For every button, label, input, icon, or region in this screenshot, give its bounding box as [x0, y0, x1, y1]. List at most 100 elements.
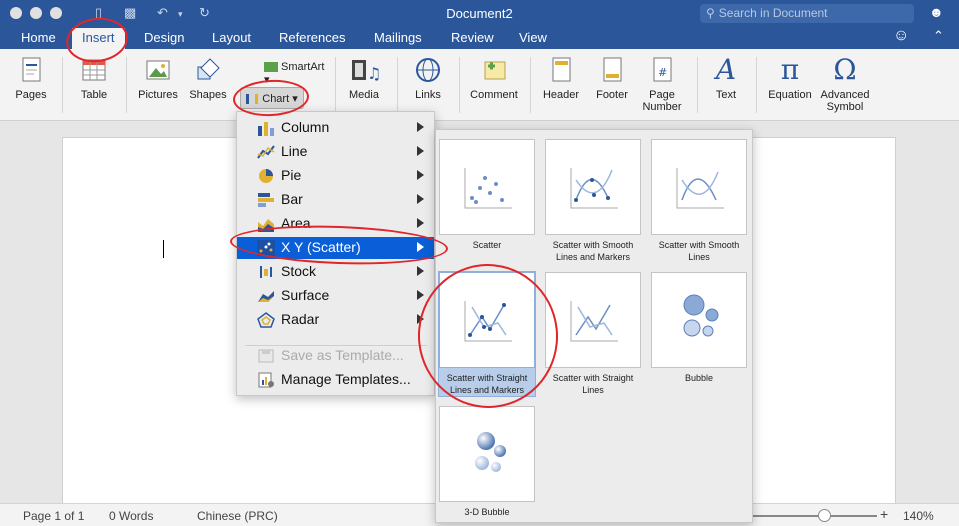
pi-icon: π — [780, 53, 800, 86]
gallery-item-scatter[interactable]: Scatter — [439, 139, 535, 251]
column-chart-icon — [258, 122, 274, 136]
table-label: Table — [80, 89, 108, 101]
language-indicator[interactable]: Chinese (PRC) — [197, 509, 278, 523]
tab-mailings[interactable]: Mailings — [374, 30, 422, 45]
search-icon: ⚲ — [706, 6, 715, 20]
gallery-label: Scatter — [472, 240, 502, 250]
save-template-icon — [258, 349, 274, 363]
menu-item-pie[interactable]: Pie — [237, 165, 434, 187]
pictures-label: Pictures — [138, 89, 178, 101]
bar-chart-icon — [258, 193, 274, 207]
tab-review[interactable]: Review — [451, 30, 494, 45]
equation-button[interactable]: π Equation — [764, 53, 816, 102]
links-icon — [413, 55, 443, 85]
footer-label: Footer — [596, 89, 628, 101]
links-label: Links — [415, 89, 441, 101]
page-number-button[interactable]: # Page Number — [638, 55, 686, 113]
title-bar: ▯ ▩ ↶ ▾ ↻ Document2 ⚲ Search in Document … — [0, 0, 959, 27]
equation-label: Equation — [768, 89, 812, 101]
shapes-icon — [193, 55, 223, 85]
gallery-label: Lines — [688, 252, 710, 262]
shapes-button[interactable]: Shapes — [186, 55, 230, 101]
tab-home[interactable]: Home — [21, 30, 56, 45]
menu-item-column[interactable]: Column — [237, 117, 434, 139]
menu-item-manage-templates[interactable]: Manage Templates... — [237, 369, 434, 391]
smartart-icon — [264, 62, 278, 73]
manage-templates-icon — [258, 372, 274, 388]
gallery-label: Lines and Markers — [555, 252, 631, 262]
gallery-item-bubble[interactable]: Bubble — [651, 272, 747, 384]
links-button[interactable]: Links — [407, 55, 449, 101]
text-label: Text — [715, 89, 737, 101]
zoom-slider-handle[interactable] — [818, 509, 831, 522]
gallery-label: Scatter with Smooth — [658, 240, 740, 250]
tab-layout[interactable]: Layout — [212, 30, 251, 45]
collapse-ribbon-icon[interactable]: ⌃ — [933, 28, 944, 44]
gallery-label: Scatter with Straight — [552, 373, 634, 383]
advanced-symbol-label-1: Advanced — [820, 89, 870, 101]
header-button[interactable]: Header — [538, 55, 584, 101]
page-number-label-2: Number — [642, 101, 682, 113]
menu-item-radar[interactable]: Radar — [237, 309, 434, 331]
scatter-straight-lines-thumbnail — [545, 272, 641, 368]
feedback-smiley-icon[interactable]: ☺ — [893, 27, 909, 45]
share-user-icon[interactable]: ☻ — [929, 4, 944, 20]
header-icon — [546, 55, 576, 85]
shapes-label: Shapes — [189, 89, 227, 101]
svg-text:♫: ♫ — [367, 64, 379, 83]
gallery-item-3d-bubble[interactable]: 3-D Bubble — [439, 406, 535, 518]
tab-references[interactable]: References — [279, 30, 345, 45]
ribbon: Pages Table Pictures Shapes SmartArt ▾ C… — [0, 49, 959, 121]
gallery-label: Scatter with Smooth — [552, 240, 634, 250]
zoom-slider-track[interactable] — [737, 515, 877, 517]
submenu-arrow-icon — [417, 218, 424, 228]
ribbon-separator — [335, 57, 336, 113]
omega-icon: Ω — [833, 53, 857, 86]
submenu-arrow-icon — [417, 194, 424, 204]
media-label: Media — [349, 89, 379, 101]
ribbon-tabs: Home Insert Design Layout References Mai… — [0, 27, 959, 49]
submenu-arrow-icon — [417, 170, 424, 180]
menu-item-line[interactable]: Line — [237, 141, 434, 163]
smartart-label: SmartArt — [281, 61, 325, 73]
media-button[interactable]: ♫ Media — [343, 55, 385, 101]
pages-button[interactable]: Pages — [10, 55, 52, 101]
submenu-arrow-icon — [417, 290, 424, 300]
text-box-icon: A — [715, 53, 737, 86]
page-count[interactable]: Page 1 of 1 — [23, 509, 84, 523]
gallery-item-scatter-smooth-markers[interactable]: Scatter with Smooth Lines and Markers — [545, 139, 641, 263]
surface-chart-icon — [258, 291, 274, 302]
scatter-smooth-lines-thumbnail — [651, 139, 747, 235]
svg-text:#: # — [658, 66, 667, 79]
scatter-thumbnail — [439, 139, 535, 235]
gallery-item-scatter-smooth-lines[interactable]: Scatter with Smooth Lines — [651, 139, 747, 263]
page-number-icon: # — [647, 55, 677, 85]
gallery-label: Bubble — [684, 373, 714, 383]
menu-item-surface[interactable]: Surface — [237, 285, 434, 307]
gallery-label: Lines — [582, 385, 604, 395]
bubble-thumbnail — [651, 272, 747, 368]
menu-item-save-template: Save as Template... — [237, 345, 434, 367]
tab-view[interactable]: View — [519, 30, 547, 45]
footer-button[interactable]: Footer — [590, 55, 634, 101]
text-button[interactable]: A Text — [705, 53, 747, 102]
tab-design[interactable]: Design — [144, 30, 184, 45]
zoom-in-icon[interactable]: + — [880, 506, 888, 522]
menu-item-stock[interactable]: Stock — [237, 261, 434, 283]
pictures-button[interactable]: Pictures — [134, 55, 182, 101]
header-label: Header — [542, 89, 580, 101]
comment-button[interactable]: Comment — [467, 55, 521, 101]
gallery-item-scatter-straight-lines[interactable]: Scatter with Straight Lines — [545, 272, 641, 396]
scatter-smooth-markers-thumbnail — [545, 139, 641, 235]
advanced-symbol-button[interactable]: Ω Advanced Symbol — [818, 53, 872, 114]
footer-icon — [597, 55, 627, 85]
menu-item-bar[interactable]: Bar — [237, 189, 434, 211]
word-count[interactable]: 0 Words — [109, 509, 153, 523]
search-input[interactable]: ⚲ Search in Document — [700, 4, 914, 23]
page-number-label-1: Page — [649, 89, 675, 101]
comment-label: Comment — [470, 89, 518, 101]
line-chart-icon — [257, 145, 275, 159]
pages-label: Pages — [15, 89, 47, 101]
ribbon-separator — [62, 57, 63, 113]
zoom-level[interactable]: 140% — [903, 509, 934, 523]
